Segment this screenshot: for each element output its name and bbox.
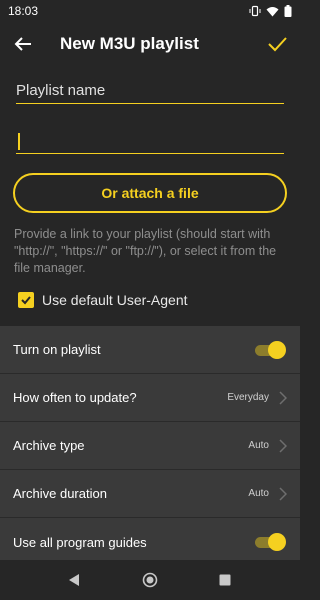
setting-turn-on-playlist[interactable]: Turn on playlist: [0, 326, 300, 374]
checkmark-icon: [21, 296, 31, 305]
turn-on-playlist-toggle[interactable]: [255, 340, 287, 360]
attach-file-button[interactable]: Or attach a file: [13, 173, 287, 213]
playlist-url-field[interactable]: [16, 130, 284, 154]
status-time: 18:03: [8, 4, 39, 18]
setting-label: How often to update?: [13, 390, 137, 405]
user-agent-label: Use default User-Agent: [42, 292, 188, 308]
home-circle-icon[interactable]: [142, 572, 158, 588]
setting-update-frequency[interactable]: How often to update? Everyday: [0, 374, 300, 422]
setting-label: Turn on playlist: [13, 342, 101, 357]
page-title: New M3U playlist: [60, 34, 199, 53]
back-triangle-icon[interactable]: [66, 572, 82, 588]
help-text: Provide a link to your playlist (should …: [14, 227, 277, 275]
toggle-knob: [268, 340, 286, 359]
chevron-right-icon: [279, 486, 287, 501]
setting-archive-duration[interactable]: Archive duration Auto: [0, 470, 300, 518]
toolbar: New M3U playlist: [0, 22, 300, 66]
setting-archive-type[interactable]: Archive type Auto: [0, 422, 300, 470]
toggle-knob: [268, 533, 286, 551]
chevron-right-icon: [279, 390, 287, 405]
setting-value: Auto: [248, 440, 269, 451]
arrow-left-icon[interactable]: [12, 33, 34, 55]
setting-label: Use all program guides: [13, 534, 147, 550]
settings-list: Turn on playlist How often to update? Ev…: [0, 326, 300, 560]
setting-value: Everyday: [227, 392, 269, 403]
user-agent-checkbox-row[interactable]: Use default User-Agent: [18, 289, 188, 311]
chevron-right-icon: [279, 438, 287, 453]
setting-all-program-guides[interactable]: Use all program guides: [0, 518, 300, 566]
vibrate-icon: [249, 5, 261, 17]
recents-square-icon[interactable]: [217, 572, 233, 588]
battery-icon: [284, 5, 292, 17]
status-icons: [249, 5, 292, 17]
setting-label: Archive type: [13, 438, 85, 453]
playlist-name-field[interactable]: Playlist name: [16, 80, 284, 104]
user-agent-checkbox[interactable]: [18, 292, 34, 308]
setting-label: Archive duration: [13, 486, 107, 501]
wifi-icon: [266, 6, 279, 16]
status-bar: 18:03: [0, 0, 300, 22]
check-icon[interactable]: [266, 33, 288, 55]
system-nav-bar: [0, 560, 300, 600]
all-program-guides-toggle[interactable]: [255, 532, 287, 552]
setting-value: Auto: [248, 488, 269, 499]
text-cursor: [18, 133, 20, 150]
playlist-name-placeholder: Playlist name: [16, 82, 106, 99]
